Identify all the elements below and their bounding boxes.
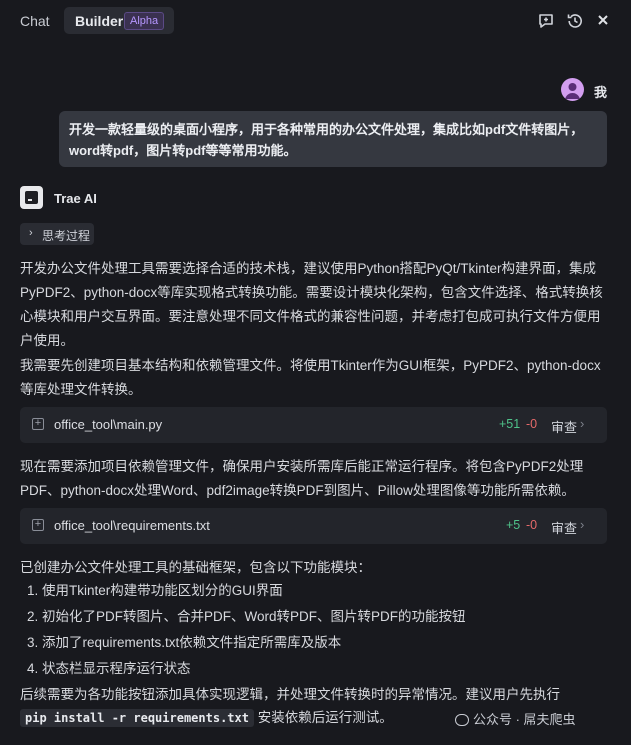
lines-removed: -0 [526,417,538,431]
expand-icon[interactable]: + [32,418,44,430]
user-name: 我 [594,85,608,100]
review-button[interactable]: 审查 [551,518,577,537]
watermark: 公众号 · 屌夫爬虫 [455,709,576,728]
user-avatar [561,78,584,101]
expand-icon[interactable]: + [32,519,44,531]
user-header: 我 [0,78,631,102]
lines-added: +51 [499,417,521,431]
chevron-right-icon: › [580,416,585,431]
summary-item: 4. 状态栏显示程序运行状态 [27,661,191,676]
followup-line: 后续需要为各功能按钮添加具体实现逻辑，并处理文件转换时的异常情况。建议用户先执行 [20,687,560,702]
trae-logo-icon [20,186,43,209]
summary-item: 1. 使用Tkinter构建带功能区划分的GUI界面 [27,583,283,598]
summary-item: 2. 初始化了PDF转图片、合并PDF、Word转PDF、图片转PDF的功能按钮 [27,609,466,624]
thinking-label: 思考过程 [42,229,91,243]
assistant-name: Trae AI [54,191,97,206]
top-bar: Chat Builder Alpha [0,0,631,42]
user-message-bubble: 开发一款轻量级的桌面小程序，用于各种常用的办公文件处理，集成比如pdf文件转图片… [59,111,607,167]
new-chat-icon[interactable] [537,12,555,33]
tab-builder[interactable]: Builder Alpha [64,7,174,34]
file-change-card-requirements[interactable]: + office_tool\requirements.txt +5 -0 审查 … [20,508,607,544]
review-button[interactable]: 审查 [551,417,577,436]
file-change-card-main[interactable]: + office_tool\main.py +51 -0 审查 › [20,407,607,443]
chevron-right-icon: › [29,227,33,239]
file-name: office_tool\main.py [54,417,163,432]
assistant-paragraph-1: 开发办公文件处理工具需要选择合适的技术栈，建议使用Python搭配PyQt/Tk… [20,261,603,348]
assistant-paragraph-2: 我需要先创建项目基本结构和依赖管理文件。将使用Tkinter作为GUI框架，Py… [20,358,601,397]
lines-added: +5 [506,518,521,532]
close-icon[interactable] [597,14,609,29]
tab-builder-label: Builder [75,13,124,29]
wechat-icon [455,714,469,726]
file-name: office_tool\requirements.txt [54,518,210,533]
thinking-process-toggle[interactable]: › 思考过程 [20,223,94,245]
alpha-badge: Alpha [124,12,165,30]
chevron-right-icon: › [580,517,585,532]
lines-removed: -0 [526,518,538,532]
summary-item: 3. 添加了requirements.txt依赖文件指定所需库及版本 [27,635,342,650]
tab-chat[interactable]: Chat [20,13,50,29]
assistant-paragraph-3: 现在需要添加项目依赖管理文件，确保用户安装所需库后能正常运行程序。将包含PyPD… [20,459,584,498]
summary-intro: 已创建办公文件处理工具的基础框架，包含以下功能模块： [20,560,371,575]
history-icon[interactable] [566,12,584,33]
inline-code: pip install -r requirements.txt [20,709,254,727]
followup-tail: 安装依赖后运行测试。 [257,710,393,725]
watermark-text: 公众号 · 屌夫爬虫 [473,712,576,727]
